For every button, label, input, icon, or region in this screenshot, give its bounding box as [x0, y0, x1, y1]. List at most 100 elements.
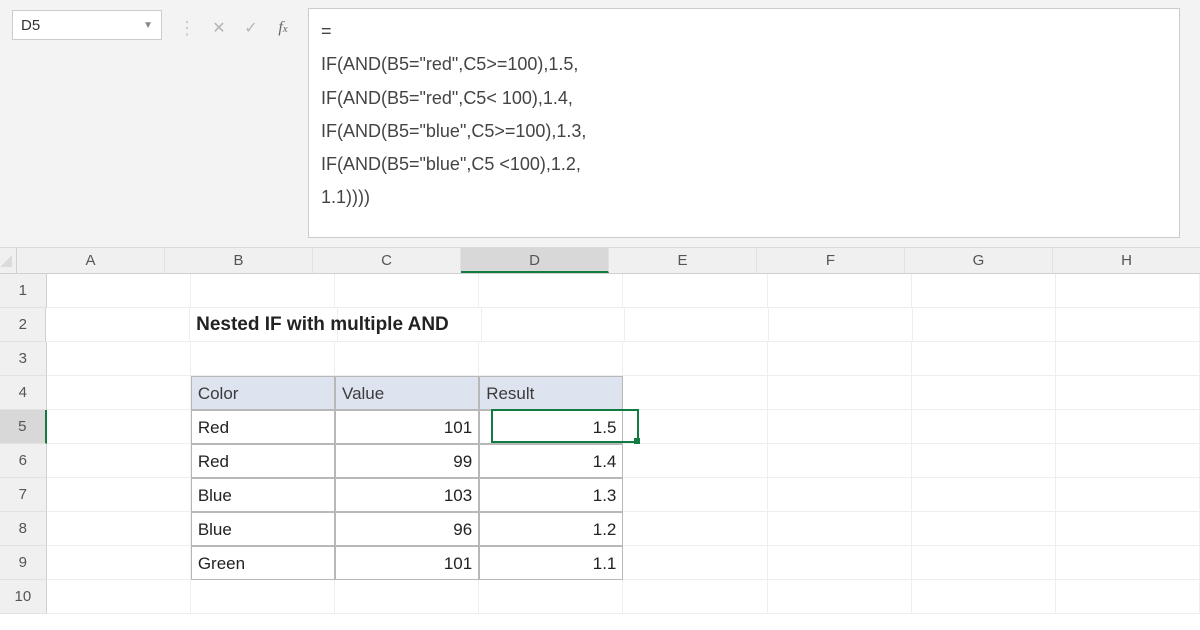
- cell-E6[interactable]: [623, 444, 767, 478]
- cell-B2[interactable]: Nested IF with multiple AND: [190, 308, 338, 342]
- cell-F4[interactable]: [768, 376, 912, 410]
- cell-H8[interactable]: [1056, 512, 1200, 546]
- col-header-F[interactable]: F: [757, 248, 905, 273]
- cell-C9[interactable]: 101: [335, 546, 479, 580]
- cell-C7[interactable]: 103: [335, 478, 479, 512]
- enter-icon[interactable]: ✓: [242, 18, 260, 38]
- cell-A1[interactable]: [47, 274, 191, 308]
- cell-C2[interactable]: [338, 308, 482, 342]
- cell-B9[interactable]: Green: [191, 546, 335, 580]
- cell-E10[interactable]: [623, 580, 767, 614]
- cell-D3[interactable]: [479, 342, 623, 376]
- cell-F3[interactable]: [768, 342, 912, 376]
- formula-input[interactable]: = IF(AND(B5="red",C5>=100),1.5, IF(AND(B…: [308, 8, 1180, 238]
- cell-C6[interactable]: 99: [335, 444, 479, 478]
- col-header-B[interactable]: B: [165, 248, 313, 273]
- cell-E5[interactable]: [623, 410, 767, 444]
- cell-A7[interactable]: [47, 478, 191, 512]
- cell-A9[interactable]: [47, 546, 191, 580]
- row-header-8[interactable]: 8: [0, 512, 47, 546]
- col-header-D[interactable]: D: [461, 248, 609, 273]
- cell-H9[interactable]: [1056, 546, 1200, 580]
- col-header-C[interactable]: C: [313, 248, 461, 273]
- cancel-icon[interactable]: ✕: [210, 18, 228, 38]
- cell-G10[interactable]: [912, 580, 1056, 614]
- col-header-G[interactable]: G: [905, 248, 1053, 273]
- name-box[interactable]: D5 ▼: [12, 10, 162, 40]
- row-header-2[interactable]: 2: [0, 308, 46, 342]
- row-header-3[interactable]: 3: [0, 342, 47, 376]
- cell-E4[interactable]: [623, 376, 767, 410]
- cell-A2[interactable]: [46, 308, 190, 342]
- cell-F2[interactable]: [769, 308, 913, 342]
- row-header-5[interactable]: 5: [0, 410, 47, 444]
- cell-A6[interactable]: [47, 444, 191, 478]
- cell-C3[interactable]: [335, 342, 479, 376]
- cell-E3[interactable]: [623, 342, 767, 376]
- cell-A8[interactable]: [47, 512, 191, 546]
- cell-F9[interactable]: [768, 546, 912, 580]
- cell-E9[interactable]: [623, 546, 767, 580]
- cell-B1[interactable]: [191, 274, 335, 308]
- col-header-A[interactable]: A: [17, 248, 165, 273]
- cell-B3[interactable]: [191, 342, 335, 376]
- fx-icon[interactable]: fx: [274, 19, 292, 37]
- cell-E8[interactable]: [623, 512, 767, 546]
- cell-A4[interactable]: [47, 376, 191, 410]
- cell-D8[interactable]: 1.2: [479, 512, 623, 546]
- cell-H1[interactable]: [1056, 274, 1200, 308]
- cell-D6[interactable]: 1.4: [479, 444, 623, 478]
- cell-E1[interactable]: [623, 274, 767, 308]
- cell-E7[interactable]: [623, 478, 767, 512]
- cell-G3[interactable]: [912, 342, 1056, 376]
- row-header-4[interactable]: 4: [0, 376, 47, 410]
- chevron-down-icon[interactable]: ▼: [143, 20, 153, 31]
- cell-B10[interactable]: [191, 580, 335, 614]
- row-header-6[interactable]: 6: [0, 444, 47, 478]
- cell-G9[interactable]: [912, 546, 1056, 580]
- cell-D10[interactable]: [479, 580, 623, 614]
- cell-F10[interactable]: [768, 580, 912, 614]
- cell-G6[interactable]: [912, 444, 1056, 478]
- row-header-10[interactable]: 10: [0, 580, 47, 614]
- cell-B4[interactable]: Color: [191, 376, 335, 410]
- row-header-7[interactable]: 7: [0, 478, 47, 512]
- cell-C5[interactable]: 101: [335, 410, 479, 444]
- cell-D1[interactable]: [479, 274, 623, 308]
- cell-H6[interactable]: [1056, 444, 1200, 478]
- cell-A3[interactable]: [47, 342, 191, 376]
- cell-B5[interactable]: Red: [191, 410, 335, 444]
- spreadsheet-grid[interactable]: 12 Nested IF with multiple AND 34 ColorValu…: [0, 274, 1200, 614]
- cell-D7[interactable]: 1.3: [479, 478, 623, 512]
- row-header-9[interactable]: 9: [0, 546, 47, 580]
- row-header-1[interactable]: 1: [0, 274, 47, 308]
- cell-A10[interactable]: [47, 580, 191, 614]
- cell-C4[interactable]: Value: [335, 376, 479, 410]
- cell-D5[interactable]: 1.5: [479, 410, 623, 444]
- cell-G8[interactable]: [912, 512, 1056, 546]
- cell-H7[interactable]: [1056, 478, 1200, 512]
- cell-D2[interactable]: [482, 308, 626, 342]
- cell-F7[interactable]: [768, 478, 912, 512]
- cell-G5[interactable]: [912, 410, 1056, 444]
- cell-H10[interactable]: [1056, 580, 1200, 614]
- cell-D4[interactable]: Result: [479, 376, 623, 410]
- cell-B8[interactable]: Blue: [191, 512, 335, 546]
- col-header-H[interactable]: H: [1053, 248, 1200, 273]
- cell-G4[interactable]: [912, 376, 1056, 410]
- cell-B7[interactable]: Blue: [191, 478, 335, 512]
- cell-E2[interactable]: [625, 308, 769, 342]
- cell-C10[interactable]: [335, 580, 479, 614]
- cell-G7[interactable]: [912, 478, 1056, 512]
- cell-A5[interactable]: [47, 410, 191, 444]
- cell-H4[interactable]: [1056, 376, 1200, 410]
- cell-D9[interactable]: 1.1: [479, 546, 623, 580]
- cell-H5[interactable]: [1056, 410, 1200, 444]
- cell-B6[interactable]: Red: [191, 444, 335, 478]
- col-header-E[interactable]: E: [609, 248, 757, 273]
- cell-F6[interactable]: [768, 444, 912, 478]
- cell-F1[interactable]: [768, 274, 912, 308]
- cell-G1[interactable]: [912, 274, 1056, 308]
- select-all-corner[interactable]: [0, 248, 17, 273]
- cell-G2[interactable]: [913, 308, 1057, 342]
